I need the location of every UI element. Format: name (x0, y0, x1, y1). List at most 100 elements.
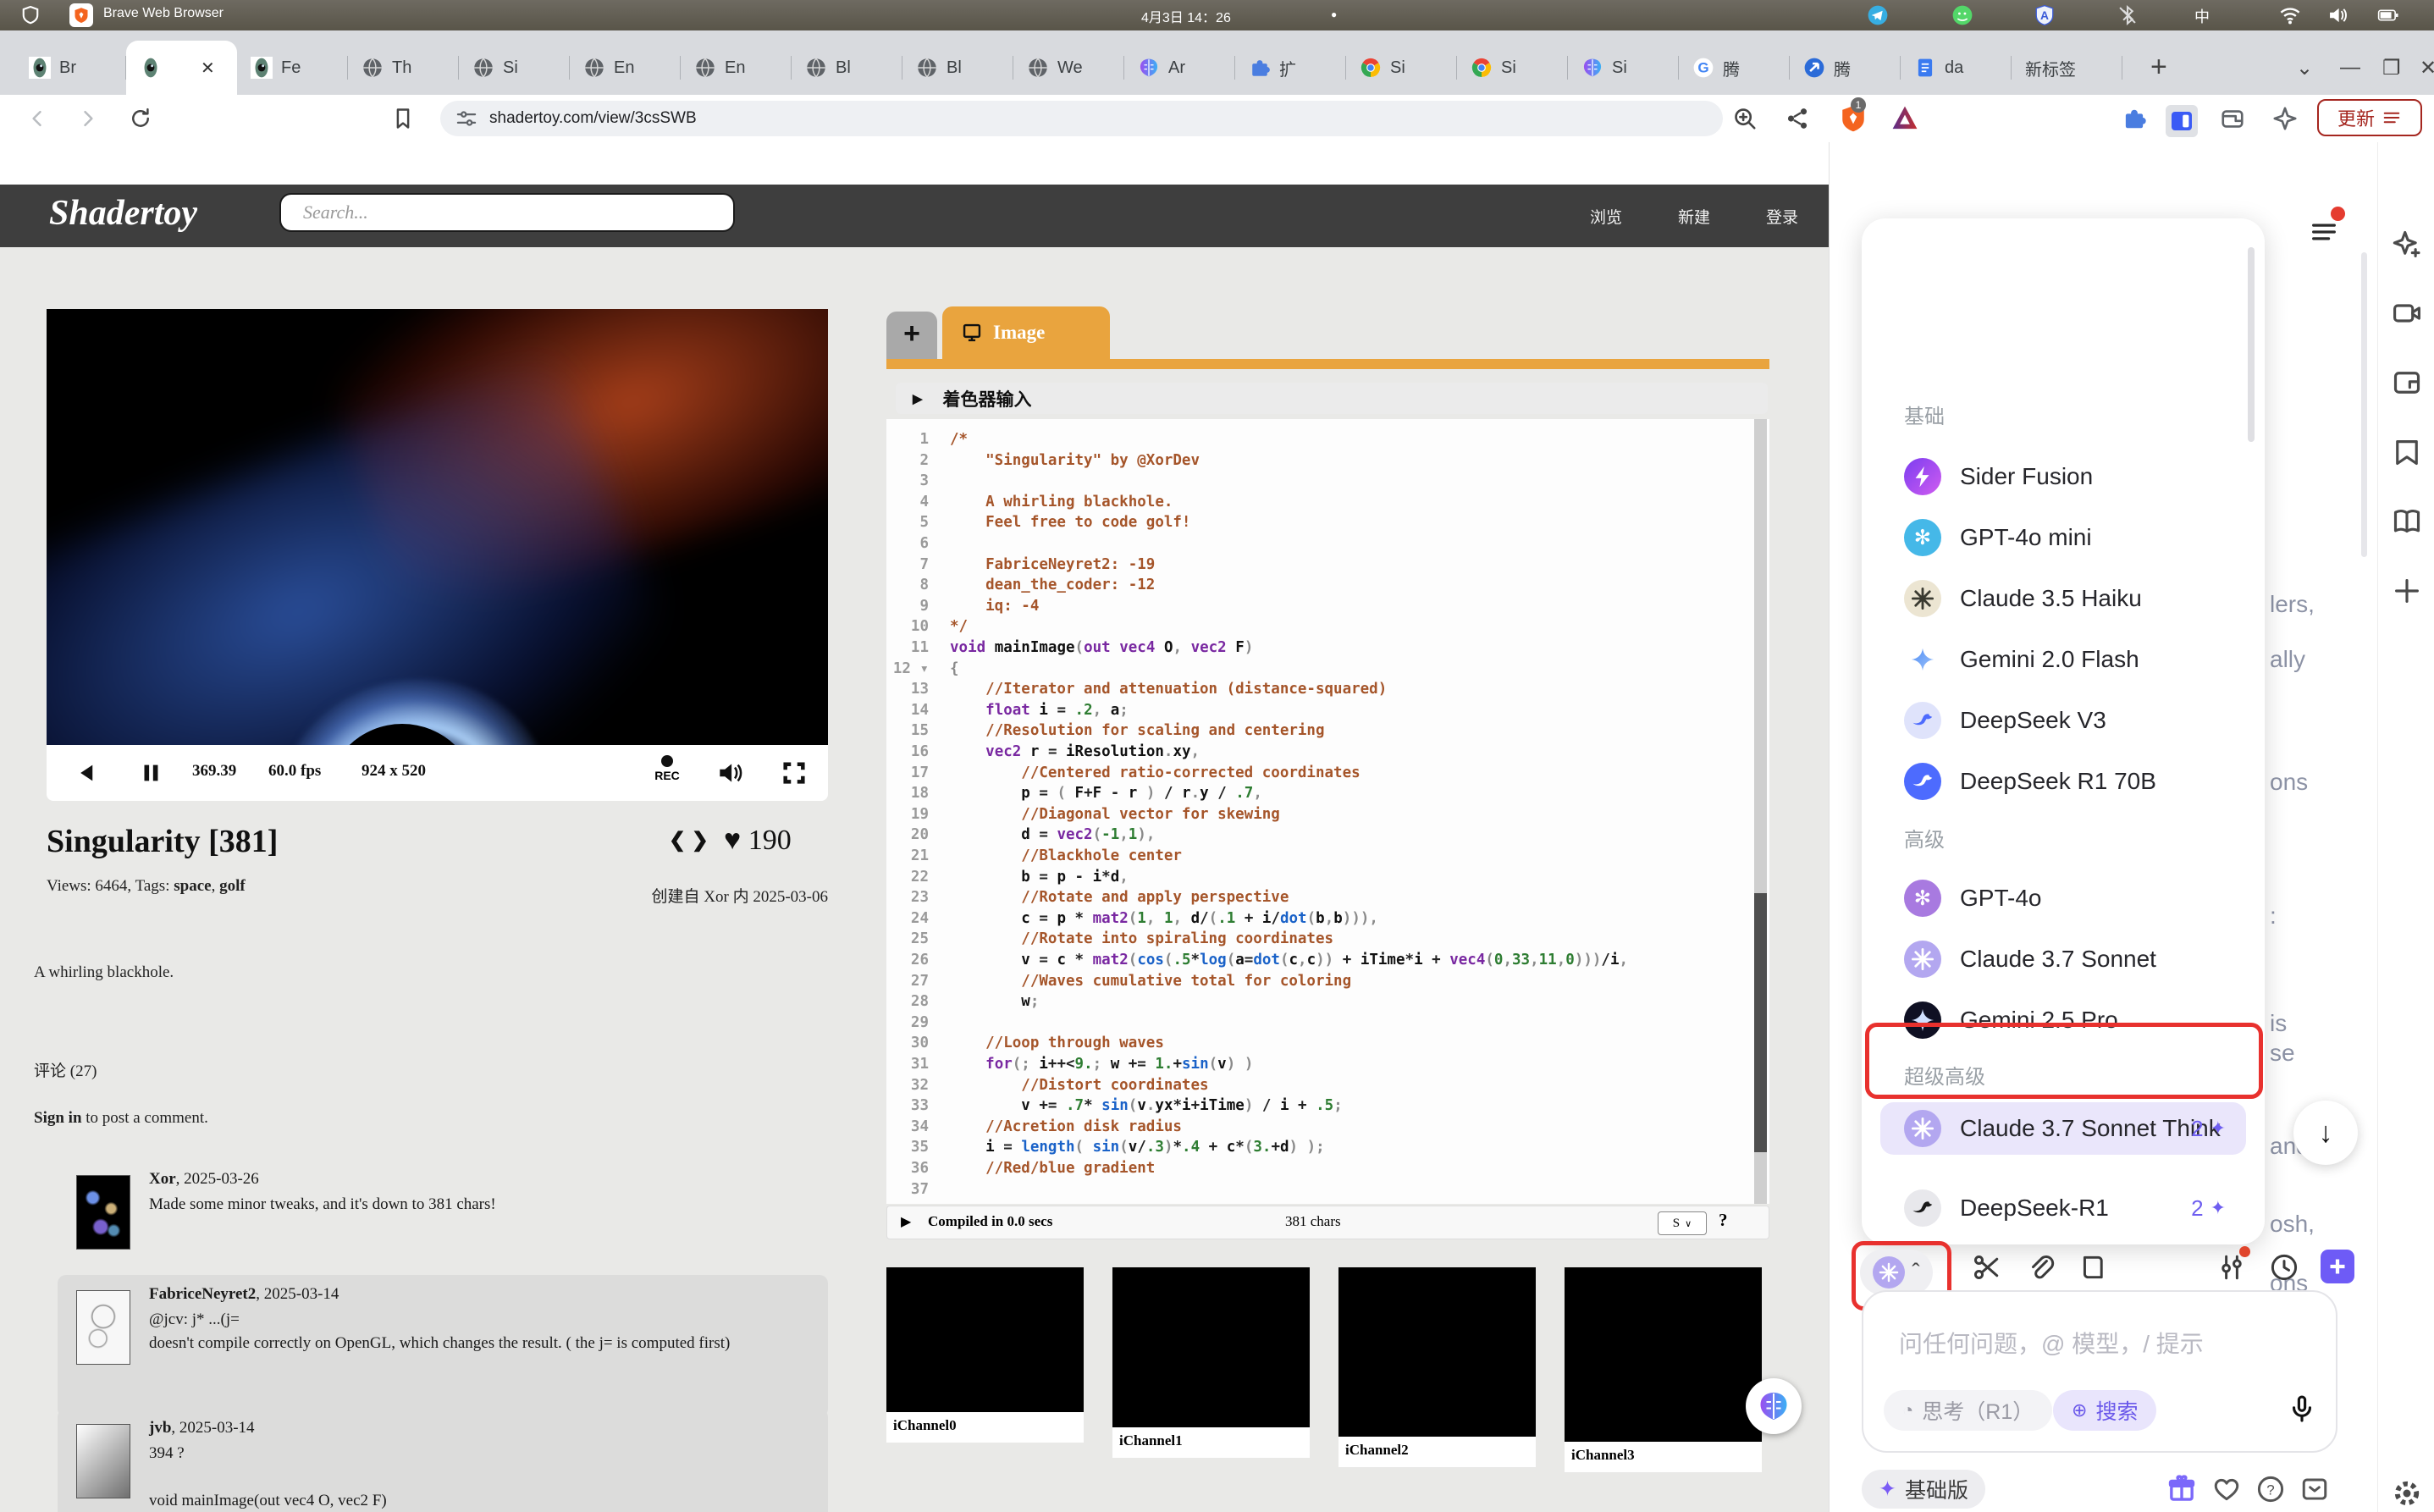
back-button[interactable] (25, 107, 49, 130)
ai-chat-icon[interactable] (2392, 229, 2422, 259)
reading-icon[interactable] (2392, 506, 2422, 537)
browser-tab[interactable]: Si (1346, 41, 1457, 95)
zoom-icon[interactable] (1732, 106, 1758, 131)
browser-tab[interactable]: Th (348, 41, 459, 95)
dropdown-scrollbar[interactable] (2248, 247, 2255, 442)
bookmarks-icon[interactable] (2392, 437, 2422, 467)
model-item-gpt-mini[interactable]: ✻GPT-4o mini (1880, 511, 2246, 564)
shadertoy-logo[interactable]: Shadertoy (49, 193, 197, 234)
signin-link[interactable]: Sign in (34, 1109, 82, 1127)
ichannel-slot[interactable]: iChannel3 (1565, 1267, 1762, 1472)
model-item-claude[interactable]: Claude 3.7 Sonnet Think2 ✦ (1880, 1102, 2246, 1155)
reload-button[interactable] (129, 107, 152, 130)
browser-tab[interactable]: G腾 (1679, 41, 1790, 95)
history-icon[interactable] (2270, 1253, 2299, 1282)
nav-link-1[interactable]: 新建 (1678, 205, 1710, 228)
attach-icon[interactable] (2026, 1253, 2055, 1282)
tab-close-icon[interactable]: ✕ (201, 58, 215, 79)
browser-tab[interactable]: En (681, 41, 792, 95)
browser-tab[interactable]: 腾 (1790, 41, 1901, 95)
settings-gear-icon[interactable] (2392, 1478, 2422, 1509)
site-search-input[interactable]: Search... (279, 193, 735, 232)
brave-rewards-icon[interactable]: 1 (1839, 104, 1868, 133)
reading-list-icon[interactable] (391, 107, 415, 130)
clipboard-icon[interactable] (2392, 367, 2422, 398)
like-count[interactable]: ♥ 190 (724, 825, 792, 857)
url-field[interactable]: shadertoy.com/view/3csSWB (440, 101, 1723, 136)
model-item-claude-haiku[interactable]: Claude 3.5 Haiku (1880, 572, 2246, 625)
expand-arrow-icon[interactable]: ▶ (913, 391, 923, 406)
favorites-icon[interactable] (2212, 1475, 2241, 1504)
browser-tab[interactable]: Ar (1124, 41, 1235, 95)
sider-panel-icon[interactable] (2166, 105, 2198, 137)
export-select[interactable]: S∨ (1658, 1211, 1707, 1235)
add-icon[interactable] (2392, 576, 2422, 606)
sider-menu-icon[interactable] (2309, 217, 2339, 247)
model-item-deepseek-r1[interactable]: DeepSeek-R12 ✦ (1880, 1182, 2246, 1234)
run-icon[interactable]: ▶ (901, 1213, 911, 1230)
window-restore-button[interactable]: ❐ (2382, 56, 2401, 80)
window-close-button[interactable]: ✕ (2420, 56, 2434, 80)
tag-link[interactable]: space (174, 877, 211, 895)
battery-icon[interactable] (2377, 4, 2399, 26)
think-pill[interactable]: ◔思考（R1） (1884, 1390, 2052, 1431)
leo-ai-icon[interactable] (2272, 106, 2298, 131)
scroll-down-button[interactable]: ↓ (2293, 1101, 2358, 1165)
chat-input[interactable]: 问任何问题，@ 模型，/ 提示◔思考（R1）⊕搜索 (1862, 1290, 2337, 1453)
tag-link[interactable]: golf (219, 877, 246, 895)
browser-tab[interactable]: En (570, 41, 681, 95)
wallet-icon[interactable] (2220, 106, 2245, 131)
editor-new-tab-button[interactable]: + (886, 312, 937, 359)
editor-image-tab[interactable]: Image (942, 306, 1110, 359)
gift-icon[interactable] (2166, 1473, 2197, 1504)
browser-tab[interactable]: Si (1457, 41, 1568, 95)
browser-tab[interactable]: Bl (902, 41, 1013, 95)
wechat-icon[interactable] (1951, 4, 1973, 26)
browser-tab-active[interactable]: ✕ (126, 41, 237, 95)
nav-link-0[interactable]: 浏览 (1590, 205, 1622, 228)
ichannel-slot[interactable]: iChannel1 (1112, 1267, 1310, 1458)
code-editor[interactable]: 1/*2 "Singularity" by @XorDev34 A whirli… (886, 419, 1769, 1204)
browser-tab[interactable]: Si (459, 41, 570, 95)
wifi-icon[interactable] (2279, 4, 2301, 26)
shader-inputs-bar[interactable]: ▶着色器输入 (896, 383, 1768, 414)
model-item-gemini-flash[interactable]: Gemini 2.0 Flash (1880, 633, 2246, 686)
ime-zh-icon[interactable]: 中 (2194, 5, 2210, 27)
sider-floating-button[interactable] (1746, 1378, 1802, 1434)
volume-icon[interactable] (2326, 4, 2348, 26)
editor-scroll-thumb[interactable] (1754, 893, 1767, 1152)
model-item-claude[interactable]: Claude 3.7 Sonnet (1880, 933, 2246, 985)
mic-icon[interactable] (2287, 1393, 2317, 1424)
browser-tab[interactable]: Fe (237, 41, 348, 95)
nav-link-2[interactable]: 登录 (1766, 205, 1798, 228)
screen-record-icon[interactable] (2392, 298, 2422, 328)
help-icon[interactable]: ? (2256, 1475, 2285, 1504)
browser-tab[interactable]: 扩 (1235, 41, 1346, 95)
browser-tab[interactable]: 新标签 (2012, 41, 2122, 95)
window-minimize-button[interactable]: — (2340, 56, 2360, 80)
update-button[interactable]: 更新 (2317, 99, 2422, 136)
ichannel-slot[interactable]: iChannel0 (886, 1267, 1084, 1443)
shader-canvas[interactable] (47, 309, 828, 745)
forward-button[interactable] (76, 107, 100, 130)
share-icon[interactable] (1785, 106, 1810, 131)
model-item-deepseek-r1b[interactable]: DeepSeek R1 70B (1880, 755, 2246, 808)
shield-a-icon[interactable]: A (2034, 4, 2056, 26)
clip-tool-icon[interactable] (1972, 1253, 2001, 1282)
chat-scrollbar[interactable] (2361, 252, 2367, 557)
tab-search-chevron[interactable]: ⌄ (2296, 56, 2313, 80)
new-tab-button[interactable]: + (2150, 51, 2167, 84)
browser-tab[interactable]: Si (1568, 41, 1679, 95)
volume-button[interactable] (715, 759, 744, 787)
plan-badge[interactable]: ✦基础版 (1862, 1470, 1985, 1509)
pause-button[interactable] (138, 760, 163, 786)
settings-sliders-icon[interactable] (2217, 1253, 2246, 1282)
telegram-icon[interactable] (1867, 4, 1889, 26)
browser-tab[interactable]: Bl (792, 41, 902, 95)
site-settings-icon[interactable] (455, 108, 477, 130)
brave-triangle-icon[interactable] (1890, 103, 1920, 134)
heart-icon[interactable]: ♥ (724, 825, 748, 856)
browser-tab[interactable]: We (1013, 41, 1124, 95)
model-item-gpt4o[interactable]: ✻GPT-4o (1880, 872, 2246, 924)
library-icon[interactable] (2078, 1253, 2107, 1282)
